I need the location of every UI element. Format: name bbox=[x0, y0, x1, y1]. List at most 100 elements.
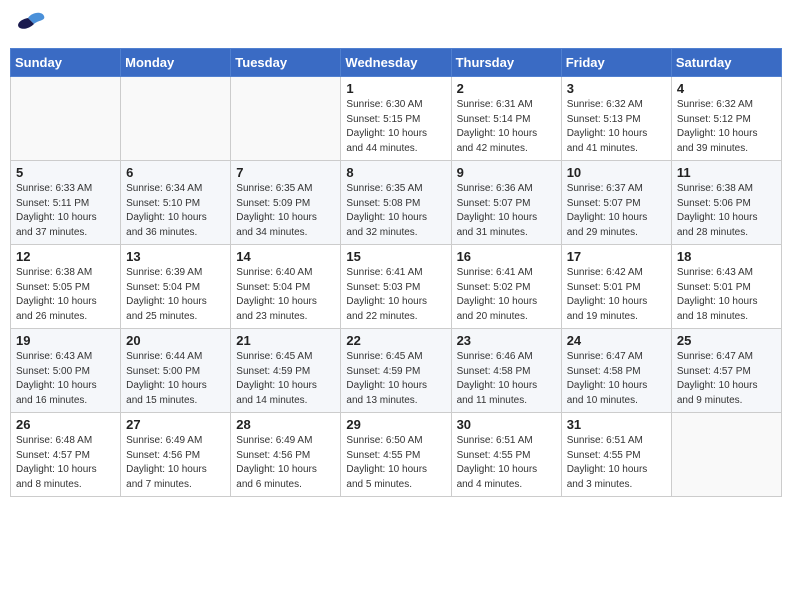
calendar-cell: 8Sunrise: 6:35 AM Sunset: 5:08 PM Daylig… bbox=[341, 161, 451, 245]
day-info: Sunrise: 6:45 AM Sunset: 4:59 PM Dayligh… bbox=[346, 350, 445, 408]
week-row-3: 12 Sunrise: 6:38 AM Sunset: 5:05 PM Dayli… bbox=[11, 245, 782, 329]
day-info: Sunrise: 6:51 AM Sunset: 4:55 PM Dayligh… bbox=[567, 434, 666, 492]
calendar-cell: 13 Sunrise: 6:39 AM Sunset: 5:04 PM Dayli… bbox=[121, 245, 231, 329]
day-number: 10 bbox=[567, 165, 666, 180]
day-info: Sunrise: 6:32 AM Sunset: 5:12 PM Dayligh… bbox=[677, 98, 776, 156]
day-info: Sunrise: 6:38 AM Sunset: 5:05 PM Dayligh… bbox=[16, 266, 115, 324]
day-number: 31 bbox=[567, 417, 666, 432]
day-number: 1 bbox=[346, 81, 445, 96]
weekday-header-friday: Friday bbox=[561, 49, 671, 77]
calendar-cell: 17 Sunrise: 6:42 AM Sunset: 5:01 PM Dayli… bbox=[561, 245, 671, 329]
day-number: 22 bbox=[346, 333, 445, 348]
week-row-1: 1 Sunrise: 6:30 AM Sunset: 5:15 PM Daylig… bbox=[11, 77, 782, 161]
calendar-cell: 28Sunrise: 6:49 AM Sunset: 4:56 PM Dayli… bbox=[231, 413, 341, 497]
day-info: Sunrise: 6:48 AM Sunset: 4:57 PM Dayligh… bbox=[16, 434, 115, 492]
logo bbox=[10, 10, 50, 40]
page-header bbox=[10, 10, 782, 40]
day-info: Sunrise: 6:50 AM Sunset: 4:55 PM Dayligh… bbox=[346, 434, 445, 492]
weekday-header-monday: Monday bbox=[121, 49, 231, 77]
day-number: 24 bbox=[567, 333, 666, 348]
weekday-header-saturday: Saturday bbox=[671, 49, 781, 77]
calendar-cell: 5Sunrise: 6:33 AM Sunset: 5:11 PM Daylig… bbox=[11, 161, 121, 245]
day-number: 2 bbox=[457, 81, 556, 96]
weekday-header-sunday: Sunday bbox=[11, 49, 121, 77]
day-info: Sunrise: 6:34 AM Sunset: 5:10 PM Dayligh… bbox=[126, 182, 225, 240]
calendar-cell: 27Sunrise: 6:49 AM Sunset: 4:56 PM Dayli… bbox=[121, 413, 231, 497]
calendar-cell: 30 Sunrise: 6:51 AM Sunset: 4:55 PM Dayli… bbox=[451, 413, 561, 497]
day-number: 19 bbox=[16, 333, 115, 348]
week-row-4: 19 Sunrise: 6:43 AM Sunset: 5:00 PM Dayli… bbox=[11, 329, 782, 413]
day-number: 4 bbox=[677, 81, 776, 96]
calendar-cell: 11Sunrise: 6:38 AM Sunset: 5:06 PM Dayli… bbox=[671, 161, 781, 245]
calendar-cell: 31 Sunrise: 6:51 AM Sunset: 4:55 PM Dayli… bbox=[561, 413, 671, 497]
calendar-cell: 16 Sunrise: 6:41 AM Sunset: 5:02 PM Dayli… bbox=[451, 245, 561, 329]
calendar-cell: 22 Sunrise: 6:45 AM Sunset: 4:59 PM Dayli… bbox=[341, 329, 451, 413]
day-info: Sunrise: 6:35 AM Sunset: 5:09 PM Dayligh… bbox=[236, 182, 335, 240]
calendar-cell: 9 Sunrise: 6:36 AM Sunset: 5:07 PM Daylig… bbox=[451, 161, 561, 245]
day-number: 14 bbox=[236, 249, 335, 264]
calendar-cell: 15 Sunrise: 6:41 AM Sunset: 5:03 PM Dayli… bbox=[341, 245, 451, 329]
calendar-cell: 3 Sunrise: 6:32 AM Sunset: 5:13 PM Daylig… bbox=[561, 77, 671, 161]
day-number: 7 bbox=[236, 165, 335, 180]
calendar-cell: 20Sunrise: 6:44 AM Sunset: 5:00 PM Dayli… bbox=[121, 329, 231, 413]
calendar-cell bbox=[121, 77, 231, 161]
day-info: Sunrise: 6:41 AM Sunset: 5:03 PM Dayligh… bbox=[346, 266, 445, 324]
weekday-header-wednesday: Wednesday bbox=[341, 49, 451, 77]
day-number: 17 bbox=[567, 249, 666, 264]
day-info: Sunrise: 6:36 AM Sunset: 5:07 PM Dayligh… bbox=[457, 182, 556, 240]
calendar-cell: 6 Sunrise: 6:34 AM Sunset: 5:10 PM Daylig… bbox=[121, 161, 231, 245]
logo-icon bbox=[10, 10, 46, 40]
day-info: Sunrise: 6:45 AM Sunset: 4:59 PM Dayligh… bbox=[236, 350, 335, 408]
calendar-cell: 10 Sunrise: 6:37 AM Sunset: 5:07 PM Dayli… bbox=[561, 161, 671, 245]
day-number: 20 bbox=[126, 333, 225, 348]
day-number: 3 bbox=[567, 81, 666, 96]
day-info: Sunrise: 6:41 AM Sunset: 5:02 PM Dayligh… bbox=[457, 266, 556, 324]
day-number: 13 bbox=[126, 249, 225, 264]
day-number: 8 bbox=[346, 165, 445, 180]
day-info: Sunrise: 6:30 AM Sunset: 5:15 PM Dayligh… bbox=[346, 98, 445, 156]
calendar-cell bbox=[11, 77, 121, 161]
day-number: 9 bbox=[457, 165, 556, 180]
day-info: Sunrise: 6:47 AM Sunset: 4:57 PM Dayligh… bbox=[677, 350, 776, 408]
calendar-cell: 21 Sunrise: 6:45 AM Sunset: 4:59 PM Dayli… bbox=[231, 329, 341, 413]
calendar-cell: 12 Sunrise: 6:38 AM Sunset: 5:05 PM Dayli… bbox=[11, 245, 121, 329]
calendar-cell: 19 Sunrise: 6:43 AM Sunset: 5:00 PM Dayli… bbox=[11, 329, 121, 413]
day-info: Sunrise: 6:39 AM Sunset: 5:04 PM Dayligh… bbox=[126, 266, 225, 324]
calendar-cell bbox=[671, 413, 781, 497]
day-number: 27 bbox=[126, 417, 225, 432]
day-info: Sunrise: 6:33 AM Sunset: 5:11 PM Dayligh… bbox=[16, 182, 115, 240]
day-number: 21 bbox=[236, 333, 335, 348]
day-number: 26 bbox=[16, 417, 115, 432]
calendar-cell: 2 Sunrise: 6:31 AM Sunset: 5:14 PM Daylig… bbox=[451, 77, 561, 161]
calendar-cell: 26 Sunrise: 6:48 AM Sunset: 4:57 PM Dayli… bbox=[11, 413, 121, 497]
day-info: Sunrise: 6:46 AM Sunset: 4:58 PM Dayligh… bbox=[457, 350, 556, 408]
week-row-5: 26 Sunrise: 6:48 AM Sunset: 4:57 PM Dayli… bbox=[11, 413, 782, 497]
day-number: 12 bbox=[16, 249, 115, 264]
bird-icon bbox=[10, 10, 46, 40]
day-info: Sunrise: 6:43 AM Sunset: 5:01 PM Dayligh… bbox=[677, 266, 776, 324]
weekday-header-row: SundayMondayTuesdayWednesdayThursdayFrid… bbox=[11, 49, 782, 77]
calendar-cell: 18 Sunrise: 6:43 AM Sunset: 5:01 PM Dayli… bbox=[671, 245, 781, 329]
day-number: 15 bbox=[346, 249, 445, 264]
calendar-cell: 14 Sunrise: 6:40 AM Sunset: 5:04 PM Dayli… bbox=[231, 245, 341, 329]
day-number: 23 bbox=[457, 333, 556, 348]
week-row-2: 5Sunrise: 6:33 AM Sunset: 5:11 PM Daylig… bbox=[11, 161, 782, 245]
day-number: 16 bbox=[457, 249, 556, 264]
calendar-table: SundayMondayTuesdayWednesdayThursdayFrid… bbox=[10, 48, 782, 497]
day-number: 6 bbox=[126, 165, 225, 180]
day-info: Sunrise: 6:42 AM Sunset: 5:01 PM Dayligh… bbox=[567, 266, 666, 324]
day-info: Sunrise: 6:40 AM Sunset: 5:04 PM Dayligh… bbox=[236, 266, 335, 324]
day-info: Sunrise: 6:31 AM Sunset: 5:14 PM Dayligh… bbox=[457, 98, 556, 156]
calendar-cell: 4 Sunrise: 6:32 AM Sunset: 5:12 PM Daylig… bbox=[671, 77, 781, 161]
day-number: 18 bbox=[677, 249, 776, 264]
weekday-header-tuesday: Tuesday bbox=[231, 49, 341, 77]
day-info: Sunrise: 6:49 AM Sunset: 4:56 PM Dayligh… bbox=[236, 434, 335, 492]
day-info: Sunrise: 6:51 AM Sunset: 4:55 PM Dayligh… bbox=[457, 434, 556, 492]
day-number: 25 bbox=[677, 333, 776, 348]
day-info: Sunrise: 6:37 AM Sunset: 5:07 PM Dayligh… bbox=[567, 182, 666, 240]
day-info: Sunrise: 6:43 AM Sunset: 5:00 PM Dayligh… bbox=[16, 350, 115, 408]
day-number: 30 bbox=[457, 417, 556, 432]
calendar-cell: 25 Sunrise: 6:47 AM Sunset: 4:57 PM Dayli… bbox=[671, 329, 781, 413]
day-info: Sunrise: 6:32 AM Sunset: 5:13 PM Dayligh… bbox=[567, 98, 666, 156]
calendar-cell: 29Sunrise: 6:50 AM Sunset: 4:55 PM Dayli… bbox=[341, 413, 451, 497]
